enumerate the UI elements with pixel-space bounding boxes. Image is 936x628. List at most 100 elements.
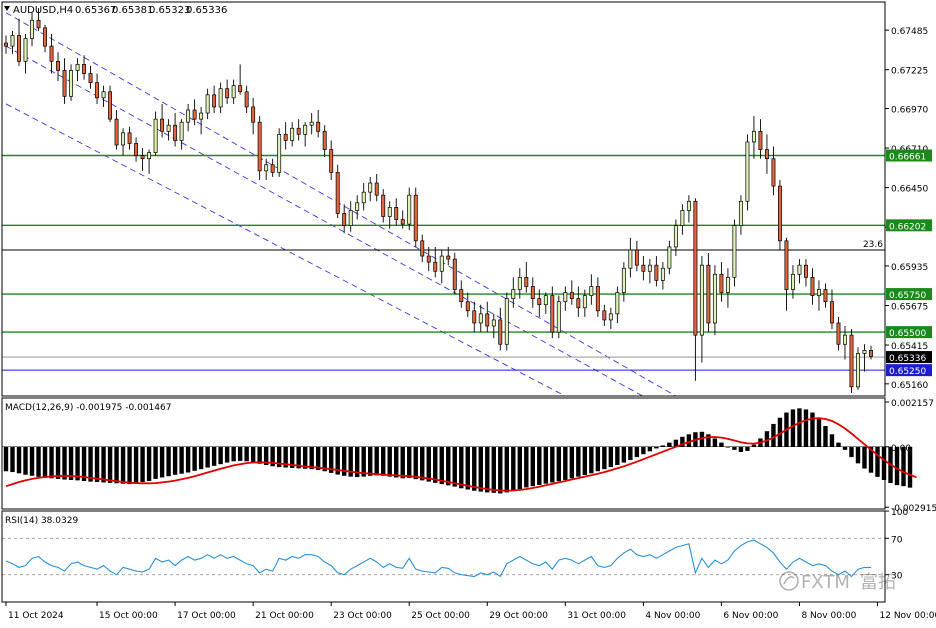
candle-body[interactable] [387, 207, 392, 217]
candle-body[interactable] [699, 264, 704, 336]
candle-body[interactable] [446, 255, 451, 260]
candle-body[interactable] [849, 334, 854, 388]
candle-body[interactable] [569, 292, 574, 299]
candle-body[interactable] [69, 70, 73, 97]
candle-body[interactable] [348, 210, 353, 226]
candle-body[interactable] [49, 45, 54, 62]
candle-body[interactable] [491, 319, 496, 327]
candle-body[interactable] [439, 255, 444, 272]
candle-body[interactable] [264, 164, 269, 172]
candle-body[interactable] [595, 286, 600, 312]
candle-body[interactable] [30, 19, 34, 39]
candle-body[interactable] [738, 200, 743, 226]
candle-body[interactable] [628, 249, 633, 269]
candle-body[interactable] [433, 261, 438, 272]
candle-body[interactable] [751, 130, 756, 143]
candle-body[interactable] [82, 64, 86, 74]
candle-body[interactable] [777, 185, 782, 242]
candle-body[interactable] [114, 118, 119, 146]
candle-body[interactable] [804, 264, 808, 278]
candle-body[interactable] [420, 240, 425, 257]
candle-body[interactable] [270, 164, 275, 173]
candle-body[interactable] [225, 88, 230, 99]
candle-body[interactable] [231, 85, 236, 99]
candle-body[interactable] [212, 94, 217, 108]
candle-body[interactable] [563, 292, 568, 303]
candle-body[interactable] [810, 276, 815, 296]
candle-body[interactable] [797, 264, 802, 275]
candle-body[interactable] [36, 19, 41, 29]
candle-body[interactable] [218, 88, 223, 108]
candle-body[interactable] [654, 264, 659, 281]
candle-body[interactable] [576, 298, 581, 309]
candle-body[interactable] [817, 289, 821, 296]
candle-body[interactable] [322, 130, 327, 150]
candle-body[interactable] [615, 292, 620, 315]
candle-body[interactable] [160, 118, 165, 132]
candle-body[interactable] [147, 152, 152, 160]
candle-body[interactable] [543, 295, 548, 306]
candle-body[interactable] [582, 295, 587, 309]
candle-body[interactable] [459, 289, 464, 303]
candle-body[interactable] [647, 264, 652, 272]
candle-body[interactable] [62, 70, 67, 97]
candle-body[interactable] [413, 194, 418, 242]
candle-body[interactable] [335, 172, 340, 214]
candle-body[interactable] [680, 210, 685, 226]
candle-body[interactable] [673, 225, 678, 248]
candle-body[interactable] [472, 310, 477, 324]
candle-body[interactable] [608, 313, 613, 321]
candle-body[interactable] [199, 112, 204, 120]
candle-body[interactable] [791, 273, 795, 290]
candle-body[interactable] [836, 322, 841, 345]
candle-body[interactable] [140, 155, 145, 160]
candle-body[interactable] [550, 295, 555, 333]
candle-body[interactable] [121, 132, 126, 146]
candle-body[interactable] [524, 276, 529, 287]
candle-body[interactable] [452, 258, 457, 290]
candle-body[interactable] [530, 286, 535, 299]
candle-body[interactable] [823, 289, 828, 303]
candle-body[interactable] [329, 149, 334, 173]
candle-body[interactable] [784, 240, 789, 290]
candle-body[interactable] [101, 91, 106, 99]
candle-body[interactable] [712, 273, 717, 324]
candle-body[interactable] [244, 91, 249, 108]
candle-body[interactable] [856, 353, 860, 388]
candle-body[interactable] [693, 200, 698, 336]
candle-body[interactable] [23, 38, 28, 62]
candle-body[interactable] [368, 182, 373, 193]
candle-body[interactable] [725, 276, 730, 293]
candle-body[interactable] [374, 182, 379, 196]
candle-body[interactable] [621, 267, 626, 293]
candle-body[interactable] [179, 121, 184, 141]
candle-body[interactable] [238, 85, 243, 93]
candle-body[interactable] [316, 121, 321, 132]
candle-body[interactable] [309, 121, 314, 126]
candle-body[interactable] [277, 133, 282, 173]
candle-body[interactable] [342, 213, 347, 226]
candle-body[interactable] [517, 276, 522, 290]
candle-body[interactable] [862, 350, 867, 354]
candle-body[interactable] [771, 158, 776, 187]
candle-body[interactable] [602, 310, 607, 321]
candle-body[interactable] [660, 267, 665, 281]
candle-body[interactable] [732, 225, 737, 278]
candle-body[interactable] [166, 124, 171, 132]
candle-body[interactable] [4, 42, 8, 47]
candle-body[interactable] [686, 200, 691, 211]
candle-body[interactable] [511, 289, 516, 299]
candle-body[interactable] [303, 124, 308, 135]
candle-body[interactable] [251, 106, 256, 123]
candle-body[interactable] [290, 127, 295, 141]
candle-body[interactable] [400, 219, 405, 225]
candle-body[interactable] [667, 246, 672, 269]
candle-body[interactable] [17, 35, 21, 62]
candle-body[interactable] [394, 207, 399, 220]
candle-body[interactable] [134, 143, 139, 156]
candle-body[interactable] [485, 313, 490, 327]
candle-body[interactable] [127, 132, 132, 144]
candle-body[interactable] [407, 194, 412, 225]
candle-body[interactable] [10, 35, 15, 47]
candle-body[interactable] [186, 109, 191, 123]
